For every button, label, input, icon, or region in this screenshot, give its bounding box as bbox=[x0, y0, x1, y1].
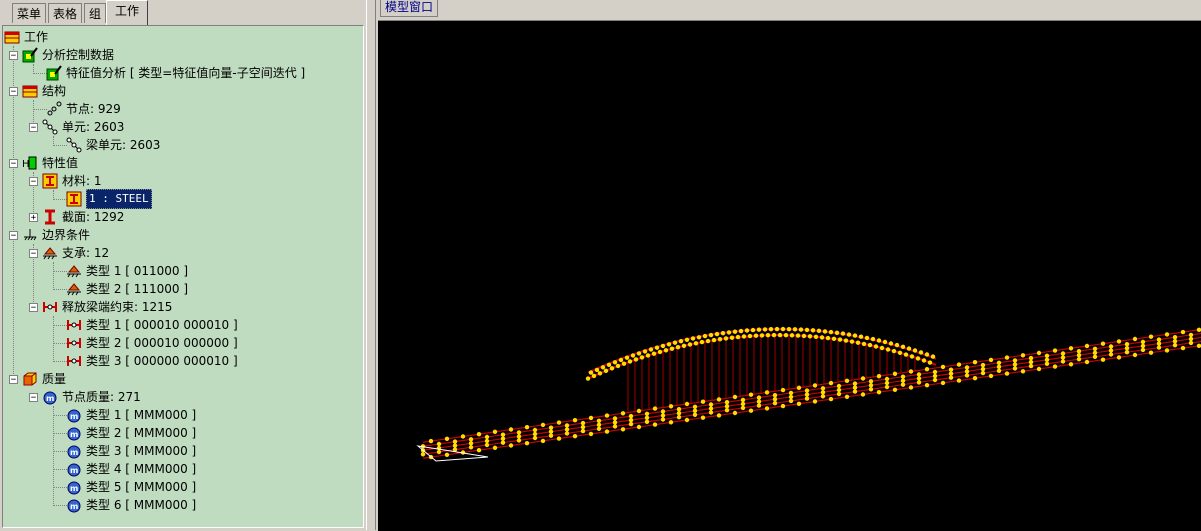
tree-item-support-type-2[interactable]: 类型 2 [ 111000 ] bbox=[66, 280, 188, 298]
node-icon bbox=[46, 101, 62, 117]
tree-item-mass[interactable]: − 质量 bbox=[9, 370, 66, 388]
tree-item-nodes[interactable]: 节点: 929 bbox=[46, 100, 121, 118]
model-viewport[interactable] bbox=[378, 20, 1201, 531]
nodal-mass-icon: m bbox=[66, 407, 82, 423]
tree-item-beam-elements[interactable]: 梁单元: 2603 bbox=[66, 136, 160, 154]
nodal-mass-icon: m bbox=[42, 389, 58, 405]
work-icon bbox=[4, 29, 20, 45]
tree-item-mass-type-4[interactable]: m 类型 4 [ MMM000 ] bbox=[66, 460, 196, 478]
tree-item-elements[interactable]: − 单元: 2603 bbox=[29, 118, 124, 136]
tree-item-nodal-mass[interactable]: − m 节点质量: 271 bbox=[29, 388, 141, 406]
boundary-icon bbox=[22, 227, 38, 243]
svg-text:m: m bbox=[70, 502, 78, 511]
tree-item-release-type-1[interactable]: 类型 1 [ 000010 000010 ] bbox=[66, 316, 238, 334]
tab-work[interactable]: 工作 bbox=[106, 0, 148, 25]
tree-item-sections[interactable]: + 截面: 1292 bbox=[29, 208, 124, 226]
release-icon bbox=[66, 317, 82, 333]
left-tab-bar: 菜单 表格 组 工作 bbox=[0, 0, 366, 25]
tree-item-analysis-control[interactable]: − 分析控制数据 bbox=[9, 46, 114, 64]
nodal-mass-icon: m bbox=[66, 443, 82, 459]
collapse-toggle[interactable]: − bbox=[9, 159, 18, 168]
element-icon bbox=[66, 137, 82, 153]
collapse-toggle[interactable]: − bbox=[9, 51, 18, 60]
expand-toggle[interactable]: + bbox=[29, 213, 38, 222]
svg-text:m: m bbox=[46, 394, 54, 403]
support-icon bbox=[66, 281, 82, 297]
tab-table[interactable]: 表格 bbox=[48, 3, 82, 23]
right-panel: 模型窗口 bbox=[376, 0, 1201, 530]
tab-group[interactable]: 组 bbox=[84, 3, 106, 23]
collapse-toggle[interactable]: − bbox=[9, 87, 18, 96]
material-icon bbox=[42, 173, 58, 189]
panel-splitter[interactable] bbox=[366, 0, 376, 530]
tree-item-materials[interactable]: − 材料: 1 bbox=[29, 172, 102, 190]
tab-model-window[interactable]: 模型窗口 bbox=[380, 0, 438, 17]
tree-item-mass-type-6[interactable]: m 类型 6 [ MMM000 ] bbox=[66, 496, 196, 514]
tree-item-properties[interactable]: − H 特性值 bbox=[9, 154, 78, 172]
tree-item-mass-type-5[interactable]: m 类型 5 [ MMM000 ] bbox=[66, 478, 196, 496]
element-icon bbox=[42, 119, 58, 135]
section-icon bbox=[42, 209, 58, 225]
analysis-icon bbox=[22, 47, 38, 63]
analysis-icon bbox=[46, 65, 62, 81]
svg-text:m: m bbox=[70, 448, 78, 457]
support-icon bbox=[42, 245, 58, 261]
tree-item-beam-end-release[interactable]: − 释放梁端约束: 1215 bbox=[29, 298, 172, 316]
nodal-mass-icon: m bbox=[66, 497, 82, 513]
collapse-toggle[interactable]: − bbox=[29, 393, 38, 402]
bridge-elements bbox=[423, 329, 1201, 459]
tab-menu[interactable]: 菜单 bbox=[12, 3, 46, 23]
nodal-mass-icon: m bbox=[66, 479, 82, 495]
work-tree-frame: 工作 − 分析控制数据 特征值分析 [ 类型=特征值向量-子空间迭代 ] − bbox=[2, 25, 364, 528]
tree-item-support-type-1[interactable]: 类型 1 [ 011000 ] bbox=[66, 262, 188, 280]
collapse-toggle[interactable]: − bbox=[29, 249, 38, 258]
tree-item-mass-type-3[interactable]: m 类型 3 [ MMM000 ] bbox=[66, 442, 196, 460]
tree-item-material-steel[interactable]: 1 : STEEL bbox=[66, 190, 152, 208]
tree-item-boundary[interactable]: − 边界条件 bbox=[9, 226, 90, 244]
svg-text:m: m bbox=[70, 484, 78, 493]
release-icon bbox=[42, 299, 58, 315]
release-icon bbox=[66, 335, 82, 351]
collapse-toggle[interactable]: − bbox=[29, 123, 38, 132]
tree-item-mass-type-1[interactable]: m 类型 1 [ MMM000 ] bbox=[66, 406, 196, 424]
mass-cube-icon bbox=[22, 371, 38, 387]
tree-item-release-type-2[interactable]: 类型 2 [ 000010 000000 ] bbox=[66, 334, 238, 352]
work-tree[interactable]: 工作 − 分析控制数据 特征值分析 [ 类型=特征值向量-子空间迭代 ] − bbox=[3, 26, 363, 527]
bridge-model bbox=[378, 21, 1201, 531]
tree-item-mass-type-2[interactable]: m 类型 2 [ MMM000 ] bbox=[66, 424, 196, 442]
tree-item-work[interactable]: 工作 bbox=[4, 28, 48, 46]
svg-text:m: m bbox=[70, 430, 78, 439]
tree-item-supports[interactable]: − 支承: 12 bbox=[29, 244, 109, 262]
left-panel: 菜单 表格 组 工作 bbox=[0, 0, 366, 530]
svg-text:m: m bbox=[70, 412, 78, 421]
tree-item-structure[interactable]: − 结构 bbox=[9, 82, 66, 100]
structure-icon bbox=[22, 83, 38, 99]
collapse-toggle[interactable]: − bbox=[29, 177, 38, 186]
release-icon bbox=[66, 353, 82, 369]
support-icon bbox=[66, 263, 82, 279]
collapse-toggle[interactable]: − bbox=[29, 303, 38, 312]
collapse-toggle[interactable]: − bbox=[9, 375, 18, 384]
properties-icon: H bbox=[22, 155, 38, 171]
svg-text:H: H bbox=[22, 159, 30, 170]
tree-item-eigenvalue-analysis[interactable]: 特征值分析 [ 类型=特征值向量-子空间迭代 ] bbox=[46, 64, 305, 82]
tree-item-release-type-3[interactable]: 类型 3 [ 000000 000010 ] bbox=[66, 352, 238, 370]
collapse-toggle[interactable]: − bbox=[9, 231, 18, 240]
nodal-mass-icon: m bbox=[66, 461, 82, 477]
nodal-mass-icon: m bbox=[66, 425, 82, 441]
material-icon bbox=[66, 191, 82, 207]
svg-text:m: m bbox=[70, 466, 78, 475]
